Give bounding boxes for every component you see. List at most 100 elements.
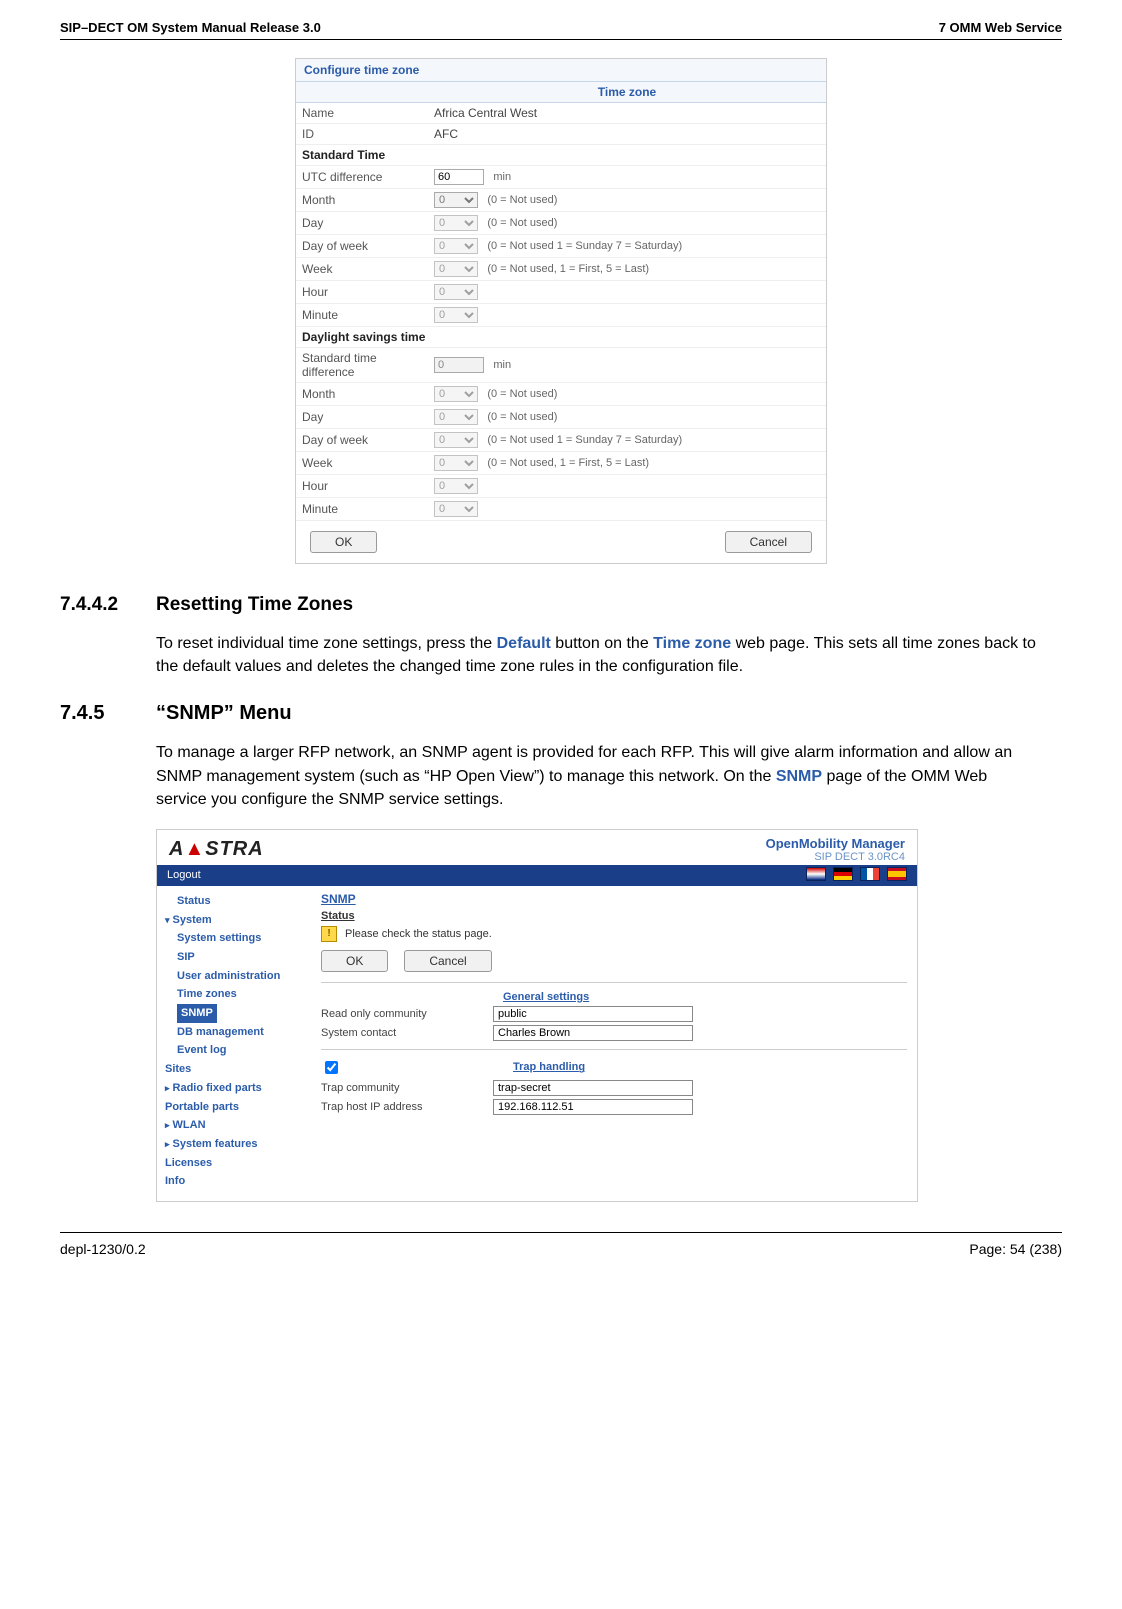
sidebar-item-licenses[interactable]: Licenses <box>165 1154 315 1173</box>
sidebar: Status System System settings SIP User a… <box>157 886 315 1201</box>
sidebar-item-eventlog[interactable]: Event log <box>165 1041 315 1060</box>
snmp-cancel-button[interactable]: Cancel <box>404 950 491 972</box>
sidebar-item-timezones[interactable]: Time zones <box>165 985 315 1004</box>
utc-input[interactable] <box>434 169 484 185</box>
kw-snmp: SNMP <box>776 768 822 785</box>
snmp-ok-button[interactable]: OK <box>321 950 388 972</box>
timezone-dialog: Configure time zone Time zone Name Afric… <box>295 58 827 564</box>
hour-label: Hour <box>296 281 428 304</box>
flag-fr-icon[interactable] <box>860 867 880 881</box>
brand-subtitle: SIP DECT 3.0RC4 <box>766 851 905 863</box>
sidebar-item-sysfeat[interactable]: System features <box>165 1135 315 1154</box>
dst-dow-label: Day of week <box>296 429 428 452</box>
snmp-screenshot: A▲STRA OpenMobility Manager SIP DECT 3.0… <box>156 829 918 1202</box>
week-select[interactable]: 0 <box>434 261 478 277</box>
utc-label: UTC difference <box>296 166 428 189</box>
kw-timezone: Time zone <box>653 635 731 652</box>
name-value: Africa Central West <box>428 103 826 124</box>
header-left: SIP–DECT OM System Manual Release 3.0 <box>60 20 321 35</box>
section-timezone: Time zone <box>428 82 826 103</box>
ok-button[interactable]: OK <box>310 531 377 553</box>
sidebar-item-sites[interactable]: Sites <box>165 1060 315 1079</box>
page-title: SNMP <box>321 892 907 906</box>
week-hint: (0 = Not used, 1 = First, 5 = Last) <box>487 263 649 275</box>
sidebar-item-sip[interactable]: SIP <box>165 948 315 967</box>
dst-minute-label: Minute <box>296 498 428 521</box>
dst-minute-select[interactable]: 0 <box>434 501 478 517</box>
flag-uk-icon[interactable] <box>806 867 826 881</box>
trap-handling-header: Trap handling <box>513 1061 585 1073</box>
sidebar-item-info[interactable]: Info <box>165 1172 315 1191</box>
standard-time-header: Standard Time <box>296 145 826 166</box>
day-label: Day <box>296 212 428 235</box>
minute-label: Minute <box>296 304 428 327</box>
minute-select[interactable]: 0 <box>434 307 478 323</box>
day-hint: (0 = Not used) <box>487 217 557 229</box>
heading-txt-7442: Resetting Time Zones <box>156 594 353 616</box>
dow-label: Day of week <box>296 235 428 258</box>
month-hint: (0 = Not used) <box>487 194 557 206</box>
heading-num-745: 7.4.5 <box>60 702 156 725</box>
flag-de-icon[interactable] <box>833 867 853 881</box>
week-label: Week <box>296 258 428 281</box>
warning-icon: ! <box>321 926 337 942</box>
heading-num-7442: 7.4.4.2 <box>60 594 156 616</box>
roc-input[interactable] <box>493 1006 693 1022</box>
footer-right: Page: 54 (238) <box>969 1241 1062 1257</box>
cancel-button[interactable]: Cancel <box>725 531 812 553</box>
status-message: Please check the status page. <box>345 928 492 940</box>
sidebar-item-pp[interactable]: Portable parts <box>165 1098 315 1117</box>
sidebar-item-user-admin[interactable]: User administration <box>165 967 315 986</box>
dst-hour-select[interactable]: 0 <box>434 478 478 494</box>
footer-rule <box>60 1232 1062 1233</box>
sc-label: System contact <box>321 1027 493 1039</box>
stdiff-label: Standard time difference <box>296 348 428 383</box>
sc-input[interactable] <box>493 1025 693 1041</box>
general-settings-header: General settings <box>503 991 589 1003</box>
utc-unit: min <box>493 171 511 183</box>
brand-logo: A▲STRA <box>169 838 264 861</box>
sidebar-item-db[interactable]: DB management <box>165 1023 315 1042</box>
dst-day-select[interactable]: 0 <box>434 409 478 425</box>
sidebar-item-system[interactable]: System <box>165 911 315 930</box>
id-value: AFC <box>428 124 826 145</box>
th-input[interactable] <box>493 1099 693 1115</box>
th-label: Trap host IP address <box>321 1101 493 1113</box>
dow-select[interactable]: 0 <box>434 238 478 254</box>
dst-header: Daylight savings time <box>296 327 826 348</box>
dst-month-select[interactable]: 0 <box>434 386 478 402</box>
header-right: 7 OMM Web Service <box>939 20 1062 35</box>
sidebar-item-status[interactable]: Status <box>165 892 315 911</box>
dst-week-select[interactable]: 0 <box>434 455 478 471</box>
header-rule <box>60 39 1062 40</box>
sidebar-item-rfp[interactable]: Radio fixed parts <box>165 1079 315 1098</box>
para-snmp: To manage a larger RFP network, an SNMP … <box>156 741 1036 811</box>
month-select[interactable]: 0 <box>434 192 478 208</box>
dst-day-label: Day <box>296 406 428 429</box>
hour-select[interactable]: 0 <box>434 284 478 300</box>
dst-month-label: Month <box>296 383 428 406</box>
logout-link[interactable]: Logout <box>167 869 201 881</box>
roc-label: Read only community <box>321 1008 493 1020</box>
name-label: Name <box>296 103 428 124</box>
tc-input[interactable] <box>493 1080 693 1096</box>
stdiff-unit: min <box>493 359 511 371</box>
status-header: Status <box>321 910 907 922</box>
dst-dow-select[interactable]: 0 <box>434 432 478 448</box>
flag-es-icon[interactable] <box>887 867 907 881</box>
language-flags[interactable] <box>802 867 907 884</box>
sidebar-item-wlan[interactable]: WLAN <box>165 1116 315 1135</box>
day-select[interactable]: 0 <box>434 215 478 231</box>
dst-hour-label: Hour <box>296 475 428 498</box>
dst-week-label: Week <box>296 452 428 475</box>
sidebar-item-system-settings[interactable]: System settings <box>165 929 315 948</box>
tc-label: Trap community <box>321 1082 493 1094</box>
kw-default: Default <box>497 635 551 652</box>
trap-checkbox[interactable] <box>325 1061 338 1074</box>
stdiff-input[interactable] <box>434 357 484 373</box>
sidebar-item-snmp[interactable]: SNMP <box>177 1004 217 1023</box>
month-label: Month <box>296 189 428 212</box>
id-label: ID <box>296 124 428 145</box>
brand-title: OpenMobility Manager <box>766 836 905 851</box>
para-reset-tz: To reset individual time zone settings, … <box>156 632 1036 678</box>
